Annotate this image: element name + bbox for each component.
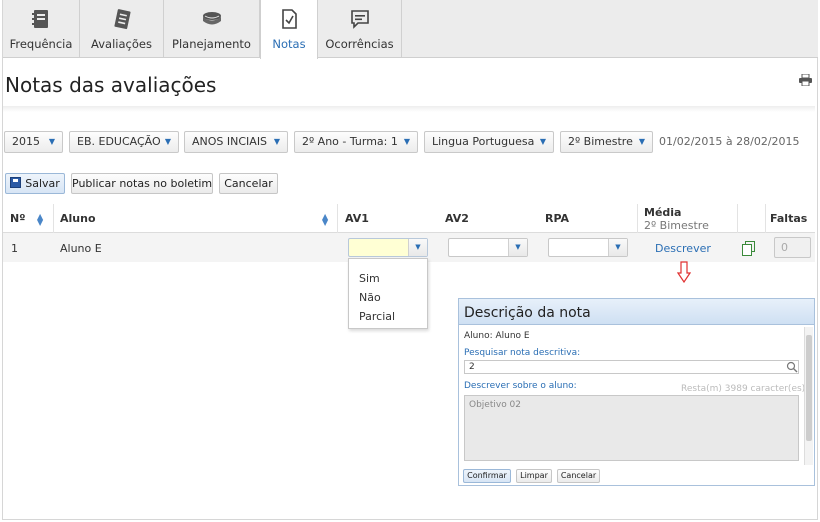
book-stack-icon <box>202 12 221 25</box>
dropdown-option-sim[interactable]: Sim <box>359 272 380 285</box>
student-name: Aluno E <box>60 242 102 255</box>
av2-select[interactable]: ▼ <box>448 238 528 257</box>
av1-dropdown-menu: Sim Não Parcial <box>348 258 428 329</box>
tab-bar: Frequência Avaliações Planejamento Notas… <box>3 0 818 59</box>
checked-document-icon <box>282 9 297 29</box>
dialog-title[interactable]: Descrição da nota <box>459 299 814 325</box>
save-label: Salvar <box>25 177 60 190</box>
level-select[interactable]: ANOS INCIAIS ▼ <box>184 131 288 153</box>
describe-label: Descrever sobre o aluno: <box>464 381 577 391</box>
education-select[interactable]: EB. EDUCAÇÃO ▼ <box>69 131 179 153</box>
tab-notas[interactable]: Notas <box>260 0 318 59</box>
tab-label: Notas <box>272 37 306 51</box>
tab-avaliacoes[interactable]: Avaliações <box>80 0 164 57</box>
clear-button[interactable]: Limpar <box>516 469 552 483</box>
description-textarea[interactable]: Objetivo 02 <box>464 395 799 461</box>
printer-icon[interactable] <box>799 74 812 86</box>
date-range: 01/02/2015 à 28/02/2015 <box>659 135 800 148</box>
caret-down-icon: ▼ <box>273 137 280 146</box>
search-label: Pesquisar nota descritiva: <box>464 348 581 358</box>
level-value: ANOS INCIAIS <box>192 135 268 148</box>
col-header-no[interactable]: Nº <box>10 212 25 225</box>
sort-icon[interactable]: ▲ ▼ <box>322 213 328 227</box>
remaining-characters: Resta(m) 3989 caracter(es) <box>681 384 806 394</box>
page-title: Notas das avaliações <box>5 73 217 97</box>
sort-icon[interactable]: ▲ ▼ <box>37 213 43 227</box>
grade-description-dialog: Descrição da nota Aluno: Aluno E Pesquis… <box>458 298 815 486</box>
year-select[interactable]: 2015 ▼ <box>4 131 63 153</box>
dialog-student: Aluno: Aluno E <box>464 331 530 341</box>
dropdown-option-nao[interactable]: Não <box>359 291 381 304</box>
caret-down-icon: ▼ <box>508 239 527 256</box>
dialog-cancel-button[interactable]: Cancelar <box>557 469 600 483</box>
caret-down-icon: ▼ <box>164 137 171 146</box>
education-value: EB. EDUCAÇÃO <box>77 135 161 148</box>
col-header-media-period: 2º Bimestre <box>644 219 709 232</box>
caret-down-icon: ▼ <box>608 239 627 256</box>
confirm-button[interactable]: Confirmar <box>463 469 511 483</box>
tab-label: Frequência <box>9 37 73 51</box>
save-button[interactable]: Salvar <box>5 173 65 194</box>
message-icon <box>350 10 369 29</box>
notebook-icon <box>32 10 48 28</box>
dropdown-option-parcial[interactable]: Parcial <box>359 310 395 323</box>
col-header-faltas: Faltas <box>770 212 808 225</box>
col-header-media: Média <box>644 206 682 219</box>
tab-label: Planejamento <box>172 37 251 51</box>
caret-down-icon: ▼ <box>539 137 546 146</box>
tab-label: Ocorrências <box>325 37 394 51</box>
caret-down-icon: ▼ <box>48 137 55 146</box>
down-arrow-icon <box>677 261 691 283</box>
col-header-student[interactable]: Aluno <box>60 212 96 225</box>
year-value: 2015 <box>12 135 40 148</box>
class-value: 2º Ano - Turma: 1 <box>302 135 398 148</box>
col-header-av2: AV2 <box>445 212 469 225</box>
subject-value: Lingua Portuguesa <box>432 135 535 148</box>
av1-select[interactable]: ▼ <box>348 238 428 257</box>
tab-frequencia[interactable]: Frequência <box>3 0 80 57</box>
col-header-rpa: RPA <box>545 212 570 225</box>
absences-input[interactable]: 0 <box>774 237 811 258</box>
tab-planejamento[interactable]: Planejamento <box>164 0 260 57</box>
period-select[interactable]: 2º Bimestre ▼ <box>560 131 653 153</box>
search-icon[interactable] <box>786 361 798 373</box>
search-input[interactable]: 2 <box>464 360 799 374</box>
caret-down-icon: ▼ <box>408 239 427 256</box>
title-divider <box>3 106 815 112</box>
scrollbar-thumb[interactable] <box>806 335 812 441</box>
save-disk-icon <box>10 177 22 188</box>
tab-ocorrencias[interactable]: Ocorrências <box>318 0 402 57</box>
cancel-button[interactable]: Cancelar <box>219 173 278 194</box>
checklist-icon <box>113 9 131 30</box>
publish-button[interactable]: Publicar notas no boletim <box>71 173 213 194</box>
tab-label: Avaliações <box>91 37 152 51</box>
row-number: 1 <box>11 242 18 255</box>
dialog-scrollbar[interactable] <box>804 327 813 465</box>
caret-down-icon: ▼ <box>638 137 645 146</box>
col-header-av1: AV1 <box>345 212 369 225</box>
subject-select[interactable]: Lingua Portuguesa ▼ <box>424 131 554 153</box>
copy-icon[interactable] <box>742 241 755 256</box>
caret-down-icon: ▼ <box>403 137 410 146</box>
class-select[interactable]: 2º Ano - Turma: 1 ▼ <box>294 131 418 153</box>
rpa-select[interactable]: ▼ <box>548 238 628 257</box>
describe-link[interactable]: Descrever <box>655 242 711 255</box>
period-value: 2º Bimestre <box>568 135 633 148</box>
